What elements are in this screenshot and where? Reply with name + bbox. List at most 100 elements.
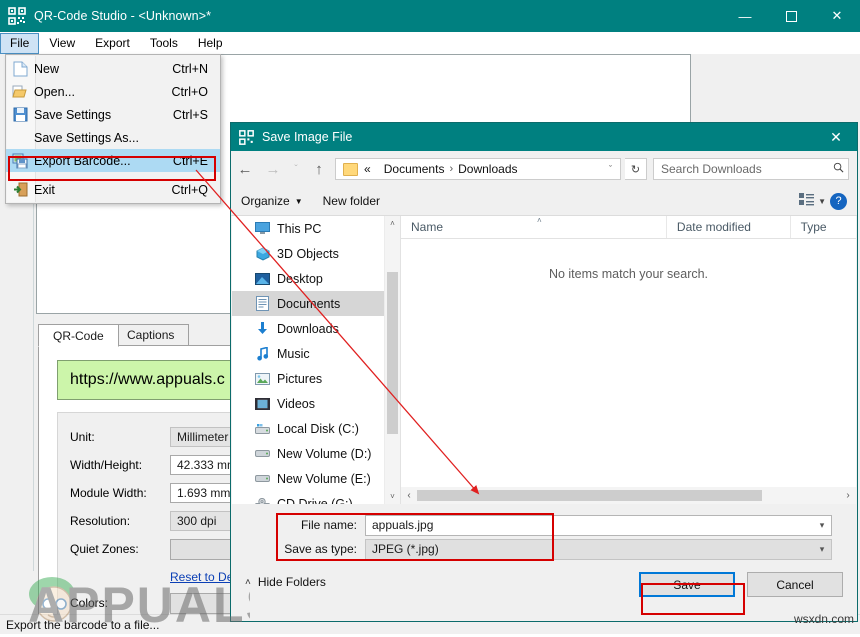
save-as-type-label: Save as type: (284, 542, 357, 556)
column-header-type[interactable]: Type (789, 216, 856, 238)
save-as-type-select[interactable]: JPEG (*.jpg) ▾ (365, 538, 832, 560)
menu-help[interactable]: Help (188, 33, 233, 54)
scroll-down-arrow[interactable]: ˅ (385, 489, 400, 504)
chevron-down-icon[interactable]: ˇ (609, 164, 612, 174)
column-header-date-modified[interactable]: Date modified (665, 216, 790, 238)
sort-ascending-icon: ˄ (537, 216, 542, 225)
menu-view[interactable]: View (39, 33, 85, 54)
breadcrumb-item-documents[interactable]: Documents (384, 162, 445, 176)
dialog-main-area: This PC 3D Objects Desktop Documents Dow… (232, 216, 856, 504)
sidebar-item-local-disk-c[interactable]: Local Disk (C:) (232, 416, 384, 441)
empty-list-message: No items match your search. (548, 267, 709, 281)
tab-qr-code[interactable]: QR-Code (38, 324, 119, 347)
qr-code-icon (8, 7, 26, 25)
sidebar-item-3d-objects[interactable]: 3D Objects (232, 241, 384, 266)
chevron-up-icon: ˄ (245, 576, 251, 588)
file-menu-shortcut-new: Ctrl+N (172, 61, 208, 76)
sidebar-item-desktop[interactable]: Desktop (232, 266, 384, 291)
sidebar-item-videos[interactable]: Videos (232, 391, 384, 416)
qr-code-icon (239, 129, 254, 145)
maximize-button[interactable] (768, 0, 814, 32)
recent-locations-button[interactable]: ˇ (287, 155, 305, 183)
file-list-column-headers: Name ˄ Date modified Type (401, 216, 856, 239)
sidebar-item-new-volume-e[interactable]: New Volume (E:) (232, 466, 384, 491)
sidebar-item-cd-drive-g[interactable]: CD Drive (G:) (232, 491, 384, 504)
help-icon[interactable]: ? (830, 192, 847, 210)
chevron-down-icon[interactable]: ▾ (813, 544, 831, 555)
exit-door-icon (6, 182, 34, 197)
view-caret-icon[interactable]: ▼ (818, 197, 826, 206)
sidebar-item-new-volume-d[interactable]: New Volume (D:) (232, 441, 384, 466)
dialog-titlebar: Save Image File ✕ (231, 123, 857, 151)
scroll-left-arrow[interactable]: ‹ (401, 490, 417, 501)
forward-button[interactable]: → (259, 155, 287, 183)
dialog-command-bar: Organize ▼ New folder ▼ ? (231, 187, 857, 216)
sidebar-scroll-thumb[interactable] (387, 272, 398, 434)
view-layout-icon[interactable] (799, 193, 815, 209)
sidebar-item-this-pc[interactable]: This PC (232, 216, 384, 241)
sidebar-item-music[interactable]: Music (232, 341, 384, 366)
column-header-name[interactable]: Name ˄ (401, 216, 666, 238)
breadcrumb-item-downloads[interactable]: Downloads (458, 162, 517, 176)
app-titlebar: QR-Code Studio - <Unknown>* — ✕ (0, 0, 860, 32)
hard-drive-icon (254, 446, 271, 461)
app-title: QR-Code Studio - <Unknown>* (34, 9, 212, 23)
menu-tools[interactable]: Tools (140, 33, 188, 54)
sidebar-item-downloads[interactable]: Downloads (232, 316, 384, 341)
organize-button[interactable]: Organize ▼ (231, 194, 313, 208)
file-menu-label-export-barcode: Export Barcode... (34, 153, 131, 168)
file-menu-item-save-settings[interactable]: Save Settings Ctrl+S (6, 103, 220, 126)
sidebar-label: Desktop (277, 271, 323, 286)
file-menu-dropdown: New Ctrl+N Open... Ctrl+O Save Settings … (5, 54, 221, 204)
file-name-input[interactable]: appuals.jpg ▾ (365, 514, 832, 536)
hide-folders-toggle[interactable]: ˄ Hide Folders (245, 575, 326, 589)
file-list-horizontal-scrollbar[interactable]: ‹ › (401, 487, 856, 504)
cancel-button[interactable]: Cancel (747, 572, 843, 597)
scroll-right-arrow[interactable]: › (840, 490, 856, 501)
file-menu-item-exit[interactable]: Exit Ctrl+Q (6, 178, 220, 201)
organize-label: Organize (241, 194, 290, 208)
statusbar-text: Export the barcode to a file... (6, 617, 160, 632)
back-button[interactable]: ← (231, 155, 259, 183)
file-menu-item-new[interactable]: New Ctrl+N (6, 57, 220, 80)
file-menu-item-export-barcode[interactable]: Export Barcode... Ctrl+E (6, 149, 220, 172)
sidebar-label: Videos (277, 396, 315, 411)
file-menu-item-open[interactable]: Open... Ctrl+O (6, 80, 220, 103)
tab-captions[interactable]: Captions (112, 324, 190, 345)
minimize-button[interactable]: — (722, 0, 768, 32)
export-image-icon (6, 153, 34, 169)
save-button[interactable]: Save (639, 572, 735, 597)
dialog-close-button[interactable]: ✕ (815, 123, 857, 151)
sidebar-label: Pictures (277, 371, 323, 386)
search-box[interactable]: Search Downloads (653, 158, 849, 180)
cd-drive-icon (254, 496, 271, 504)
sidebar-label: Downloads (277, 321, 339, 336)
file-menu-label-exit: Exit (34, 182, 55, 197)
scroll-up-arrow[interactable]: ˄ (385, 216, 400, 231)
breadcrumb[interactable]: « Documents › Downloads ˇ (335, 158, 621, 180)
close-button[interactable]: ✕ (814, 0, 860, 32)
menu-export[interactable]: Export (85, 33, 140, 54)
save-as-type-row: Save as type: JPEG (*.jpg) ▾ (275, 538, 832, 560)
horizontal-scroll-thumb[interactable] (417, 490, 762, 501)
places-sidebar: This PC 3D Objects Desktop Documents Dow… (232, 216, 384, 504)
new-folder-button[interactable]: New folder (313, 194, 390, 208)
up-button[interactable]: ↑ (305, 155, 333, 183)
downloads-arrow-icon (254, 321, 271, 336)
sidebar-scrollbar[interactable]: ˄ ˅ (384, 216, 400, 504)
sidebar-item-pictures[interactable]: Pictures (232, 366, 384, 391)
sidebar-label: Documents (277, 296, 341, 311)
file-menu-item-save-settings-as[interactable]: Save Settings As... (6, 126, 220, 149)
sidebar-label: CD Drive (G:) (277, 496, 353, 505)
menu-file[interactable]: File (0, 32, 40, 54)
file-list-view[interactable]: Name ˄ Date modified Type No items match… (400, 216, 856, 504)
sidebar-item-documents[interactable]: Documents (232, 291, 384, 316)
breadcrumb-sep-0 (376, 163, 379, 175)
unit-label: Unit: (70, 430, 95, 444)
resolution-label: Resolution: (70, 514, 131, 528)
monitor-icon (254, 221, 271, 236)
chevron-down-icon[interactable]: ▾ (813, 520, 831, 531)
sidebar-label: Music (277, 346, 310, 361)
refresh-icon[interactable]: ↻ (625, 158, 647, 180)
videos-icon (254, 396, 271, 411)
